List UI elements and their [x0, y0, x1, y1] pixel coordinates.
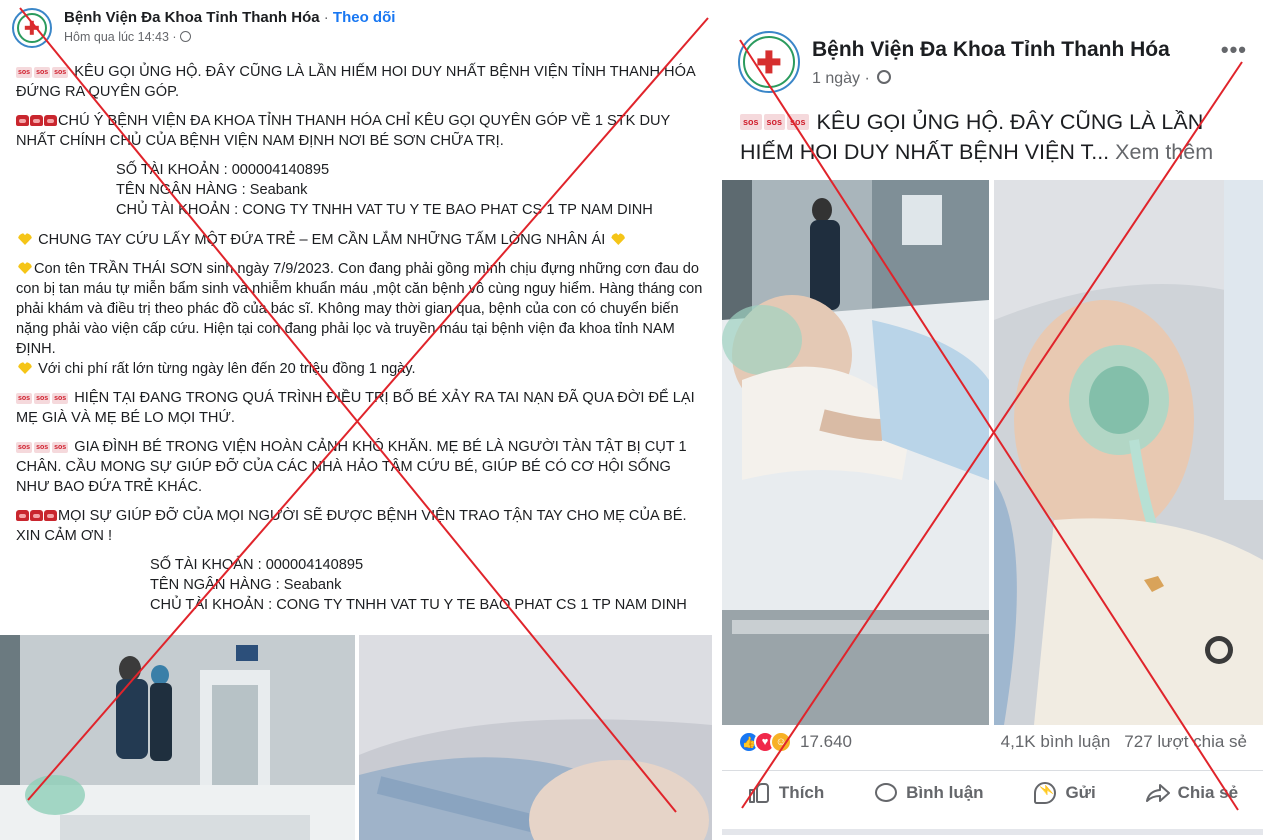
share-icon — [1145, 781, 1170, 805]
comment-icon — [874, 781, 898, 805]
sos-icon: sos — [34, 393, 51, 404]
phone-icon — [16, 115, 29, 126]
share-count[interactable]: 727 lượt chia sẻ — [1124, 732, 1247, 752]
baby-in-bed-photo[interactable] — [722, 180, 989, 725]
separator-dot: · — [323, 9, 329, 26]
right-post-text: sos sos sos KÊU GỌI ỦNG HỘ. ĐÂY CŨNG LÀ LẦ… — [740, 107, 1250, 167]
yellow-heart-icon — [18, 262, 32, 274]
sos-icon: sos — [16, 442, 33, 453]
sos-icon: sos — [16, 67, 33, 78]
yellow-heart-icon — [611, 233, 626, 245]
sos-icon: sos — [52, 393, 69, 404]
paragraph-text: Với chi phí rất lớn từng ngày lên đến 20… — [38, 361, 416, 377]
paragraph-3: CHUNG TAY CỨU LẤY MỘT ĐỨA TRẺ – EM CẦN L… — [16, 230, 706, 250]
phone-icon — [44, 115, 57, 126]
share-button[interactable]: Chia sẻ — [1145, 781, 1239, 805]
messenger-icon — [1033, 781, 1057, 805]
comment-label: Bình luận — [906, 782, 984, 802]
paragraph-text: CHÚ Ý BỆNH VIỆN ĐA KHOA TỈNH THANH HÓA C… — [16, 113, 670, 149]
left-post-body: sos sos sos KÊU GỌI ỦNG HỘ. ĐÂY CŨNG LÀ LẦ… — [16, 62, 706, 625]
paragraph-text: CHUNG TAY CỨU LẤY MỘT ĐỨA TRẺ – EM CẦN L… — [38, 232, 606, 248]
account-holder: CHỦ TÀI KHOẢN : CONG TY TNHH VAT TU Y TE… — [116, 202, 653, 218]
paragraph-text: KÊU GỌI ỦNG HỘ. ĐÂY CŨNG LÀ LẦN HIẾM HOI… — [16, 64, 695, 100]
page-name[interactable]: Bệnh Viện Đa Khoa Tỉnh Thanh Hóa — [812, 37, 1170, 63]
bank-details-1: SỐ TÀI KHOẢN : 000004140895 TÊN NGÂN HÀN… — [16, 160, 706, 220]
account-number: SỐ TÀI KHOẢN : 000004140895 — [150, 557, 364, 573]
sos-icon: sos — [52, 67, 69, 78]
send-label: Gửi — [1065, 782, 1096, 802]
paragraph-text: HIỆN TẠI ĐANG TRONG QUÁ TRÌNH ĐIỀU TRỊ B… — [16, 390, 695, 426]
post-timestamp[interactable]: 1 ngày · — [812, 70, 870, 87]
sos-icon: sos — [34, 67, 51, 78]
hospital-avatar[interactable] — [12, 8, 52, 48]
baby-closeup-photo[interactable] — [359, 635, 712, 840]
comment-button[interactable]: Bình luận — [874, 781, 984, 805]
phone-icon — [30, 510, 43, 521]
send-button[interactable]: Gửi — [1033, 781, 1096, 805]
paragraph-4: Con tên TRẦN THÁI SƠN sinh ngày 7/9/2023… — [16, 259, 706, 359]
left-post-header: Bệnh Viện Đa Khoa Tỉnh Thanh Hóa · Theo … — [12, 8, 395, 48]
paragraph-6: sos sos sos HIỆN TẠI ĐANG TRONG QUÁ TRÌNH … — [16, 388, 706, 428]
paragraph-1: sos sos sos KÊU GỌI ỦNG HỘ. ĐÂY CŨNG LÀ LẦ… — [16, 62, 706, 102]
like-button[interactable]: Thích — [747, 781, 824, 805]
follow-button[interactable]: Theo dõi — [333, 9, 396, 26]
page-name[interactable]: Bệnh Viện Đa Khoa Tỉnh Thanh Hóa — [64, 9, 320, 26]
share-label: Chia sẻ — [1177, 782, 1239, 802]
phone-icon — [30, 115, 43, 126]
globe-icon — [179, 31, 191, 42]
paragraph-5: Với chi phí rất lớn từng ngày lên đến 20… — [16, 359, 706, 379]
paragraph-text: MỌI SỰ GIÚP ĐỠ CỦA MỌI NGƯỜI SẼ ĐƯỢC BỆN… — [16, 508, 687, 544]
like-label: Thích — [778, 782, 825, 802]
right-post-screenshot: Bệnh Viện Đa Khoa Tỉnh Thanh Hóa 1 ngày … — [722, 5, 1263, 835]
phone-icon — [16, 510, 29, 521]
more-options-icon[interactable]: ••• — [1221, 37, 1247, 63]
bank-name: TÊN NGÂN HÀNG : Seabank — [116, 182, 308, 198]
hospital-ward-photo[interactable] — [0, 635, 355, 840]
like-icon — [747, 781, 771, 805]
reaction-count[interactable]: 17.640 — [800, 732, 852, 752]
sos-icon: sos — [740, 114, 762, 130]
bank-details-2: SỐ TÀI KHOẢN : 000004140895 TÊN NGÂN HÀN… — [16, 555, 706, 615]
paragraph-7: sos sos sos GIA ĐÌNH BÉ TRONG VIỆN HOÀN CẢ… — [16, 437, 706, 497]
right-post-photos — [722, 180, 1263, 725]
post-timestamp[interactable]: Hôm qua lúc 14:43 · — [64, 30, 177, 44]
sos-icon: sos — [787, 114, 809, 130]
reaction-stats-bar: 👍 ♥ ☺ 17.640 4,1K bình luận 727 lượt chi… — [738, 727, 1247, 757]
paragraph-text: GIA ĐÌNH BÉ TRONG VIỆN HOÀN CẢNH KHÓ KHĂ… — [16, 439, 687, 495]
hospital-avatar[interactable] — [738, 31, 800, 93]
phone-icon — [44, 510, 57, 521]
sos-icon: sos — [52, 442, 69, 453]
left-post-screenshot: Bệnh Viện Đa Khoa Tỉnh Thanh Hóa · Theo … — [0, 0, 712, 840]
paragraph-8: MỌI SỰ GIÚP ĐỠ CỦA MỌI NGƯỜI SẼ ĐƯỢC BỆN… — [16, 506, 706, 546]
yellow-heart-icon — [18, 362, 32, 374]
right-post-header: Bệnh Viện Đa Khoa Tỉnh Thanh Hóa 1 ngày … — [738, 31, 1170, 93]
paragraph-text: Con tên TRẦN THÁI SƠN sinh ngày 7/9/2023… — [16, 261, 703, 357]
bank-name: TÊN NGÂN HÀNG : Seabank — [150, 577, 342, 593]
baby-oxygen-mask-photo[interactable] — [994, 180, 1263, 725]
care-reaction-icon[interactable]: ☺ — [770, 731, 792, 753]
sos-icon: sos — [763, 114, 786, 130]
left-post-photos — [0, 635, 712, 840]
account-number: SỐ TÀI KHOẢN : 000004140895 — [116, 162, 330, 178]
see-more-link[interactable]: Xem thêm — [1115, 140, 1213, 164]
yellow-heart-icon — [18, 233, 32, 245]
account-holder: CHỦ TÀI KHOẢN : CONG TY TNHH VAT TU Y TE… — [150, 597, 687, 613]
comment-count[interactable]: 4,1K bình luận — [1001, 732, 1111, 752]
sos-icon: sos — [16, 393, 33, 404]
globe-icon — [877, 70, 892, 84]
post-action-bar: Thích Bình luận Gửi Chia sẻ — [722, 770, 1263, 814]
sos-icon: sos — [34, 442, 51, 453]
paragraph-2: CHÚ Ý BỆNH VIỆN ĐA KHOA TỈNH THANH HÓA C… — [16, 111, 706, 151]
